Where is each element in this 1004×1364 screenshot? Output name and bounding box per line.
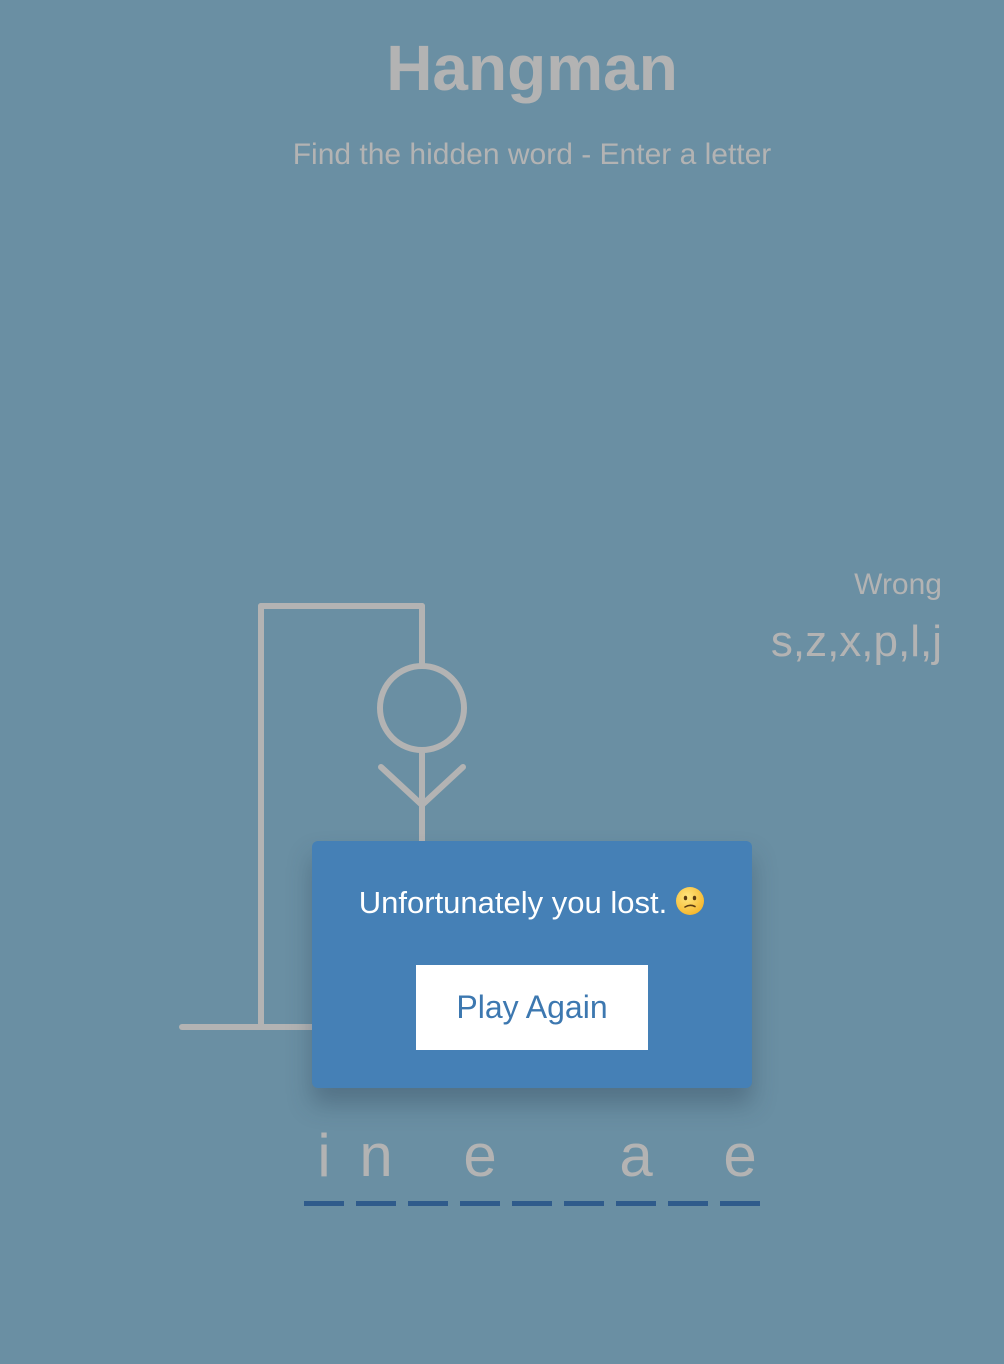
popup-message: Unfortunately you lost. bbox=[358, 885, 668, 920]
letter-slot: i bbox=[304, 1122, 344, 1206]
wrong-letters-panel: Wrong s,z,x,p,l,j bbox=[771, 566, 942, 670]
letter-slot bbox=[668, 1122, 708, 1206]
letter-slot: a bbox=[616, 1122, 656, 1206]
letter-slot: n bbox=[356, 1122, 396, 1206]
figure-right-arm bbox=[419, 764, 466, 808]
confused-face-icon bbox=[676, 887, 705, 915]
figure-left-arm bbox=[378, 764, 425, 808]
letter-slot bbox=[564, 1122, 604, 1206]
hidden-word: i n e a e bbox=[304, 1122, 760, 1206]
letter-slot: e bbox=[720, 1122, 760, 1206]
game-over-popup: Unfortunately you lost. Play Again bbox=[312, 841, 752, 1088]
wrong-letters-list: s,z,x,p,l,j bbox=[770, 617, 942, 666]
play-again-button[interactable]: Play Again bbox=[416, 965, 648, 1050]
letter-slot bbox=[408, 1122, 448, 1206]
letter-slot: e bbox=[460, 1122, 500, 1206]
letter-slot bbox=[512, 1122, 552, 1206]
figure-head bbox=[377, 663, 467, 753]
popup-message-row: Unfortunately you lost. bbox=[312, 885, 752, 921]
wrong-label: Wrong bbox=[854, 568, 942, 601]
